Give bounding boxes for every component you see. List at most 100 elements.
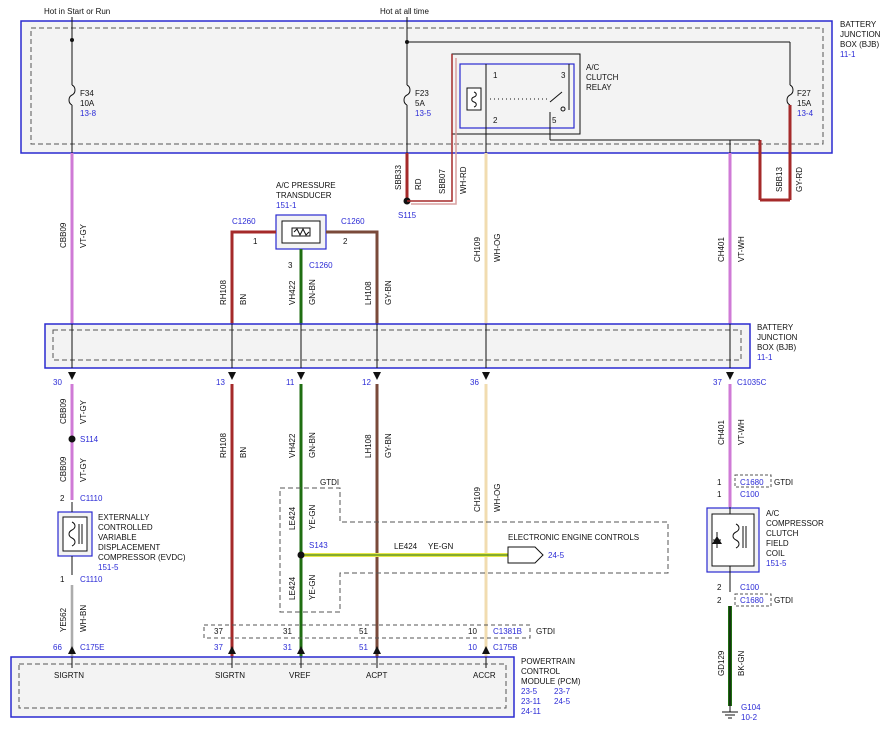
relay-pin-5: 5 [552,116,557,125]
pcm-label-accr: ACCR [473,671,496,680]
ground-symbol [722,706,738,719]
bjb-top-name-2: JUNCTION [840,30,881,39]
pcm-pin-10: 10 [468,643,477,652]
wire-vh422-color-top: GN-BN [308,279,317,305]
wire-gd129-color: BK-GN [737,650,746,676]
evdc-pin-1: 1 [60,575,65,584]
bjb-pin-36: 36 [470,378,479,387]
wire-ch401-circuit-top: CH401 [717,237,726,262]
wire-lh108-circuit-top: LH108 [364,281,373,305]
bjb-top: BATTERY JUNCTION BOX (BJB) 11-1 [20,20,881,154]
fuse-f23-ref: 13-5 [415,109,432,118]
bjb-top-frame [20,20,833,154]
gtdi-label-s143: GTDI [320,478,339,487]
pcm-ref-2: 23-7 [554,687,571,696]
fuse-f23-amps: 5A [415,99,425,108]
clutch-name-4: FIELD [766,539,789,548]
relay-name-2: CLUTCH [586,73,619,82]
bjb-top-ref: 11-1 [840,50,856,59]
connector-c1680-bottom: C1680 [740,596,764,605]
gtdi-label-c1381b: GTDI [536,627,555,636]
wire-le424-color-h: YE-GN [428,542,454,551]
splice-s143: S143 [309,541,328,550]
wire-cbb09-circuit-top: CBB09 [59,222,68,248]
c100-pin-1: 1 [717,490,722,499]
relay-name-3: RELAY [586,83,612,92]
fuse-f27-amps: 15A [797,99,812,108]
wire-cbb09-circuit-low: CBB09 [59,456,68,482]
connector-c100-top: C100 [740,490,760,499]
fuse-f34-amps: 10A [80,99,95,108]
evdc-name-1: EXTERNALLY [98,513,150,522]
wire-vh422-circuit-top: VH422 [288,280,297,305]
wire-rh108-color-low: BN [239,447,248,458]
transducer-connector-left: C1260 [232,217,256,226]
connector-c100-bottom: C100 [740,583,760,592]
connector-c1110-bottom: C1110 [80,575,103,584]
relay-pin-3: 3 [561,71,566,80]
pcm-pin-51: 51 [359,643,368,652]
splice-s115: S115 [398,211,417,220]
bjb-pin-37: 37 [713,378,722,387]
wire-cbb09-color-top: VT-GY [79,223,88,248]
bjb-mid-name-2: JUNCTION [757,333,798,342]
connector-c175e: C175E [80,643,104,652]
transducer-name-2: TRANSDUCER [276,191,332,200]
pcm-label-sigrtn-2: SIGRTN [215,671,245,680]
transducer-ref: 151-1 [276,201,297,210]
transducer-connector-bottom: C1260 [309,261,333,270]
wire-cbb09-color-low: VT-GY [79,457,88,482]
pcm-name-2: CONTROL [521,667,561,676]
ground-name: G104 [741,703,761,712]
wire-ch401-color-top: VT-WH [737,236,746,262]
connector-c175b: C175B [493,643,517,652]
wire-sbb07-circuit: SBB07 [438,169,447,194]
bjb-top-name-1: BATTERY [840,20,877,29]
wire-ch401-circuit-low: CH401 [717,420,726,445]
connector-c1381b: C1381B [493,627,522,636]
gtdi-label-c1680-bottom: GTDI [774,596,793,605]
evdc-component: EXTERNALLY CONTROLLED VARIABLE DISPLACEM… [57,511,186,572]
relay-pin-1: 1 [493,71,498,80]
evdc-name-3: VARIABLE [98,533,137,542]
relay-name-1: A/C [586,63,600,72]
wire-ye562-color: WH-BN [79,605,88,632]
bjb-pin-13: 13 [216,378,225,387]
pcm-ref-4: 24-5 [554,697,571,706]
wire-ch109-circuit-low: CH109 [473,487,482,512]
clutch-name-2: COMPRESSOR [766,519,824,528]
bjb-mid-name-1: BATTERY [757,323,794,332]
wire-sbb13-color: GY-RD [795,167,804,192]
ac-pressure-transducer: A/C PRESSURE TRANSDUCER 151-1 C1260 C126… [232,181,365,270]
gtdi-label-c1680-top: GTDI [774,478,793,487]
wire-lh108-color-low: GY-BN [384,433,393,458]
bjb-pin-12: 12 [362,378,371,387]
wire-rh108-color-top: BN [239,294,248,305]
c1680-pin-1: 1 [717,478,722,487]
wire-le424-color-a: YE-GN [308,504,317,530]
evdc-pin-2: 2 [60,494,65,503]
wire-ch401-color-low: VT-WH [737,419,746,445]
wire-lh108-color-top: GY-BN [384,280,393,305]
pcm-module: SIGRTN SIGRTN VREF ACPT ACCR POWERTRAIN … [10,656,581,718]
wire-gd129-circuit: GD129 [717,650,726,676]
header-hot-all: Hot at all time [380,7,429,16]
pcm-pin-37: 37 [214,643,223,652]
transducer-pin-2: 2 [343,237,348,246]
c1680-pin-2: 2 [717,596,722,605]
wire-ye562-circuit: YE562 [59,607,68,632]
wire-sbb13-circuit: SBB13 [775,167,784,192]
pcm-label-acpt: ACPT [366,671,387,680]
transducer-name-1: A/C PRESSURE [276,181,336,190]
pcm-ref-3: 23-11 [521,697,541,706]
clutch-name-1: A/C [766,509,780,518]
pcm-ref-1: 23-5 [521,687,538,696]
pcm-ref-5: 24-11 [521,707,541,716]
evdc-ref: 151-5 [98,563,119,572]
pcm-pin-66: 66 [53,643,62,652]
fuse-f34-ref: 13-8 [80,109,97,118]
evdc-name-4: DISPLACEMENT [98,543,160,552]
wire-le424-color-b: YE-GN [308,574,317,600]
splice-s114: S114 [80,435,99,444]
pcm-name-3: MODULE (PCM) [521,677,581,686]
